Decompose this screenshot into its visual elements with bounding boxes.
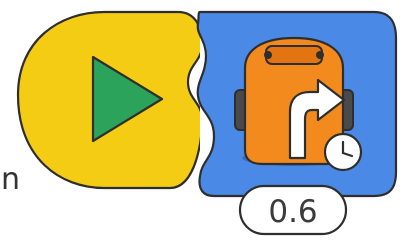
code-canvas: 0.6 en: [0, 0, 404, 245]
turn-right-block[interactable]: 0.6: [190, 0, 404, 245]
start-block[interactable]: [0, 0, 200, 200]
parameter-bubble[interactable]: 0.6: [238, 184, 348, 236]
cut-off-label: en: [2, 162, 20, 197]
timer-clock-icon: [323, 132, 363, 172]
parameter-value: 0.6: [268, 194, 317, 230]
